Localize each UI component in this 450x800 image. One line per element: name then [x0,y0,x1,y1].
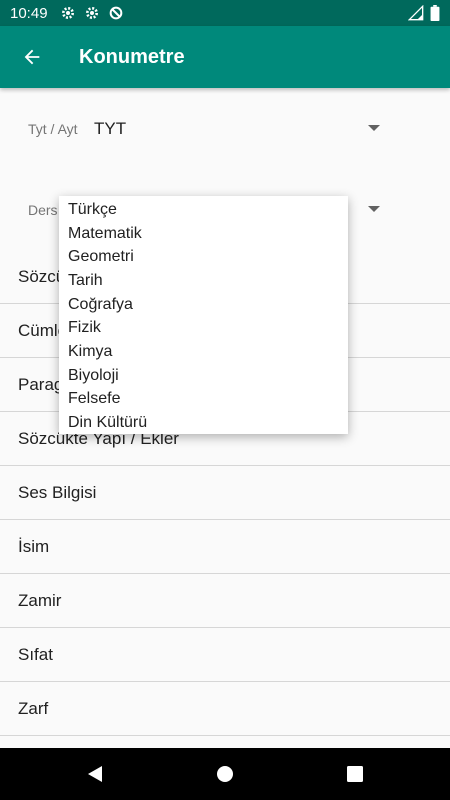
status-icons-right [408,5,440,21]
status-bar: 10:49 [0,0,450,26]
list-item[interactable]: Zarf [0,682,450,736]
dropdown-arrow-icon [368,125,380,131]
dropdown-option-matematik[interactable]: Matematik [59,222,348,246]
dropdown-option-din-kulturu[interactable]: Din Kültürü [59,411,348,435]
home-circle-icon [217,766,233,782]
nav-home-button[interactable] [160,748,290,800]
list-item[interactable]: Sıfat [0,628,450,682]
recents-square-icon [347,766,363,782]
dropdown-option-fizik[interactable]: Fizik [59,316,348,340]
exam-type-spinner[interactable]: Tyt / Ayt TYT [0,107,450,151]
battery-icon [430,5,440,21]
list-item[interactable]: Ses Bilgisi [0,466,450,520]
dropdown-option-felsefe[interactable]: Felsefe [59,388,348,412]
settings-icon [85,7,98,19]
nav-back-button[interactable] [30,748,160,800]
dropdown-option-biyoloji[interactable]: Biyoloji [59,364,348,388]
app-bar: Konumetre [0,26,450,88]
settings-icon [61,7,74,19]
dropdown-arrow-icon [368,206,380,212]
exam-type-label: Tyt / Ayt [28,121,78,137]
back-triangle-icon [88,766,102,782]
list-item[interactable]: İsim [0,520,450,574]
back-button[interactable] [2,26,62,88]
signal-icon [408,5,424,21]
system-nav-bar [0,748,450,800]
dropdown-option-cografya[interactable]: Coğrafya [59,293,348,317]
dropdown-option-geometri[interactable]: Geometri [59,245,348,269]
list-item[interactable]: Zamir [0,574,450,628]
app-title: Konumetre [79,45,185,68]
nav-recents-button[interactable] [290,748,420,800]
dropdown-option-tarih[interactable]: Tarih [59,269,348,293]
sync-blocked-icon [109,6,122,20]
status-time: 10:49 [10,4,48,22]
course-dropdown-popup: Türkçe Matematik Geometri Tarih Coğrafya… [59,196,348,434]
exam-type-value: TYT [94,119,127,138]
dropdown-option-kimya[interactable]: Kimya [59,340,348,364]
arrow-left-icon [24,49,40,65]
dropdown-option-turkce[interactable]: Türkçe [59,198,348,222]
status-icons-left [60,5,124,21]
